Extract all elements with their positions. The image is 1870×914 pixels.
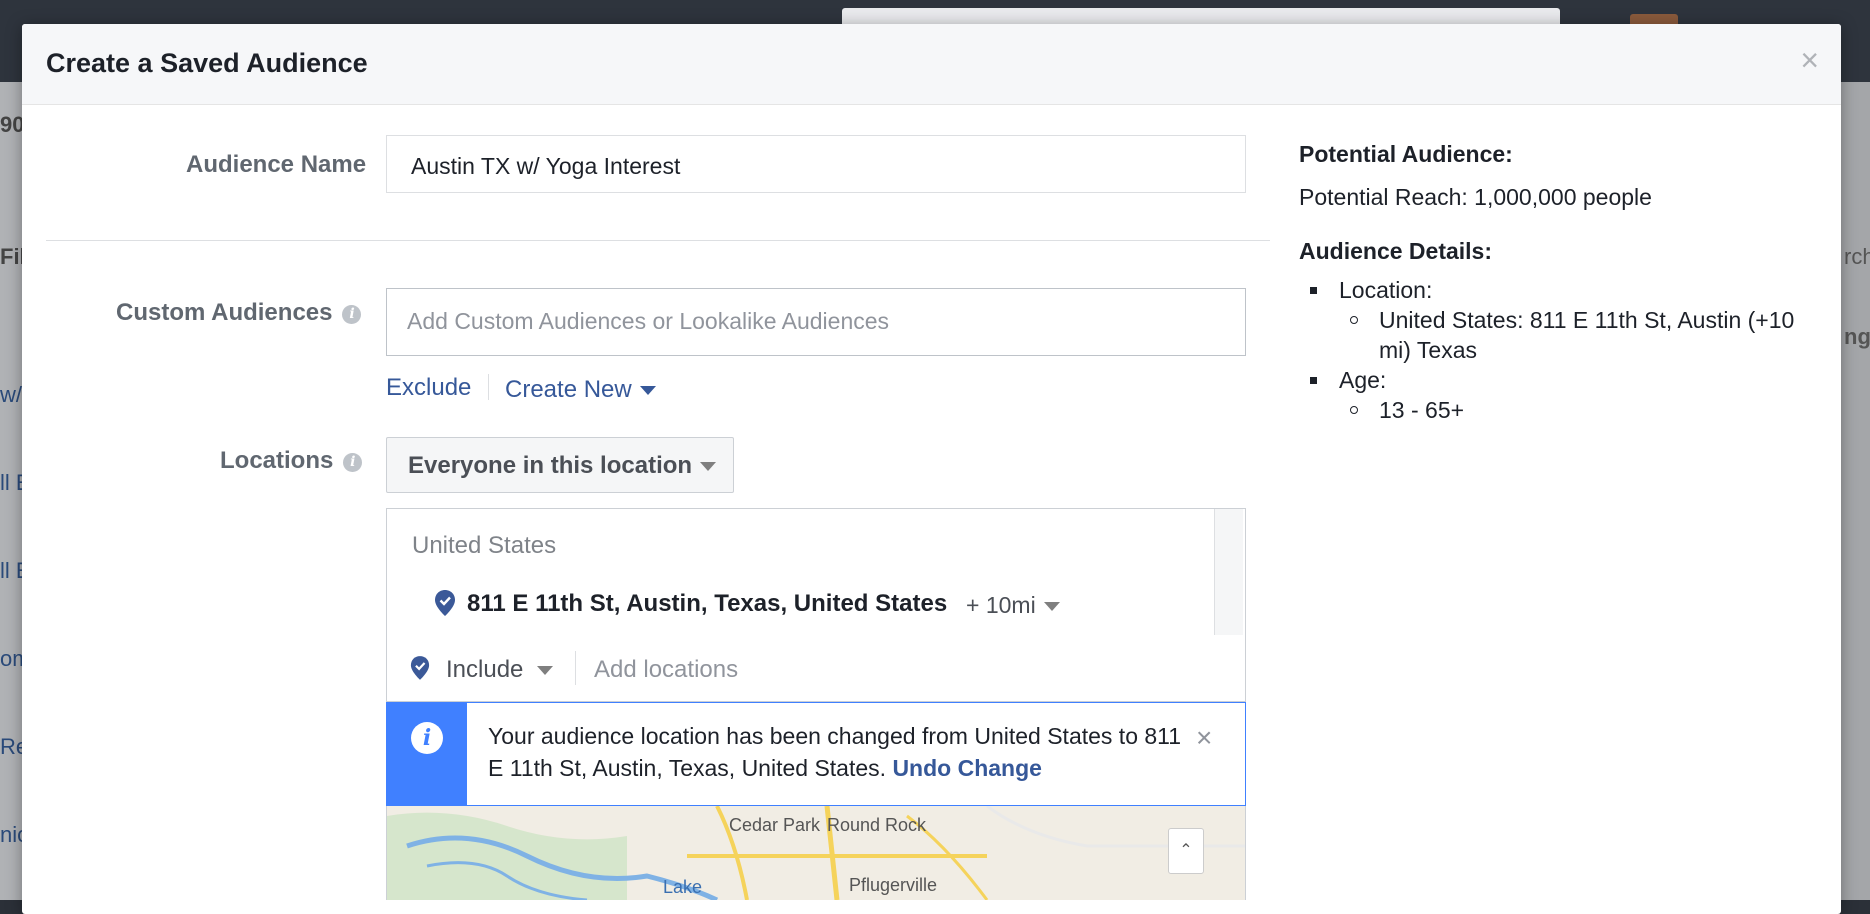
map-label: Cedar Park [729, 816, 820, 835]
potential-audience-title: Potential Audience: [1299, 141, 1513, 167]
location-type-value: Everyone in this location [408, 452, 693, 479]
radius-dropdown[interactable]: + 10mi [966, 592, 1060, 619]
chevron-down-icon [537, 666, 554, 676]
detail-location-label: Location: [1299, 275, 1819, 305]
create-new-dropdown[interactable]: Create New [505, 376, 656, 404]
locations-label-text: Locations [220, 447, 334, 474]
custom-audiences-label-text: Custom Audiences [116, 299, 333, 326]
location-pin-icon [410, 655, 430, 686]
detail-age-value: 13 - 65+ [1299, 395, 1819, 425]
background-text: ng [1844, 324, 1870, 349]
create-new-label: Create New [505, 376, 632, 403]
location-country: United States [412, 532, 557, 559]
section-divider [46, 240, 1270, 241]
location-type-dropdown[interactable]: Everyone in this location [386, 437, 734, 493]
chevron-down-icon [700, 462, 716, 471]
audience-name-label: Audience Name [186, 151, 367, 178]
info-icon[interactable]: i [343, 453, 363, 472]
map-label: Lake [663, 877, 703, 897]
include-label: Include [446, 656, 524, 683]
notice-message-text: Your audience location has been changed … [488, 723, 1182, 781]
background-text: 90 [0, 112, 25, 137]
info-icon[interactable]: i [342, 305, 362, 324]
modal-title: Create a Saved Audience [46, 48, 368, 78]
audience-details-title: Audience Details: [1299, 238, 1492, 264]
info-icon: i [411, 722, 443, 754]
potential-reach: Potential Reach: 1,000,000 people [1299, 184, 1652, 210]
notice-message: Your audience location has been changed … [488, 720, 1198, 784]
custom-audiences-placeholder: Add Custom Audiences or Lookalike Audien… [407, 308, 890, 334]
detail-age-label: Age: [1299, 365, 1819, 395]
modal-header: Create a Saved Audience × [22, 24, 1841, 105]
add-locations-input[interactable]: Add locations [594, 656, 738, 684]
close-icon[interactable]: × [1196, 724, 1212, 752]
locations-scrollbar[interactable] [1214, 509, 1243, 635]
map-label: Pflugerville [849, 875, 938, 895]
locations-label: Locations i [220, 447, 363, 475]
notice-accent-bar [387, 703, 467, 805]
background-text: rch [1844, 244, 1870, 269]
location-address: 811 E 11th St, Austin, Texas, United Sta… [467, 590, 948, 617]
map-label-text: Round Rock [827, 815, 927, 835]
map-label: Round Rock [827, 816, 926, 835]
chevron-down-icon [1043, 602, 1060, 612]
detail-location-value: United States: 811 E 11th St, Austin (+1… [1299, 305, 1819, 365]
include-separator [575, 651, 576, 685]
map-label-text: Cedar Park [729, 815, 821, 835]
location-map[interactable]: Cedar Park Round Rock Lake Pflugerville [386, 806, 1246, 900]
link-separator [488, 374, 489, 400]
custom-audiences-label: Custom Audiences i [116, 299, 362, 327]
include-dropdown[interactable]: Include [446, 656, 554, 684]
close-icon[interactable]: × [1800, 44, 1819, 76]
radius-value: + 10mi [966, 592, 1036, 618]
chevron-down-icon [639, 386, 656, 396]
map-collapse-button[interactable]: ⌃ [1168, 828, 1204, 874]
custom-audiences-input[interactable]: Add Custom Audiences or Lookalike Audien… [386, 288, 1246, 356]
location-pin-icon [434, 589, 456, 622]
audience-name-input[interactable]: Austin TX w/ Yoga Interest [386, 135, 1246, 193]
background-link: w/ [0, 382, 22, 407]
undo-change-link[interactable]: Undo Change [892, 755, 1042, 781]
audience-details-list: Location: United States: 811 E 11th St, … [1299, 275, 1819, 425]
audience-name-value: Austin TX w/ Yoga Interest [411, 153, 681, 179]
exclude-link[interactable]: Exclude [386, 374, 471, 402]
